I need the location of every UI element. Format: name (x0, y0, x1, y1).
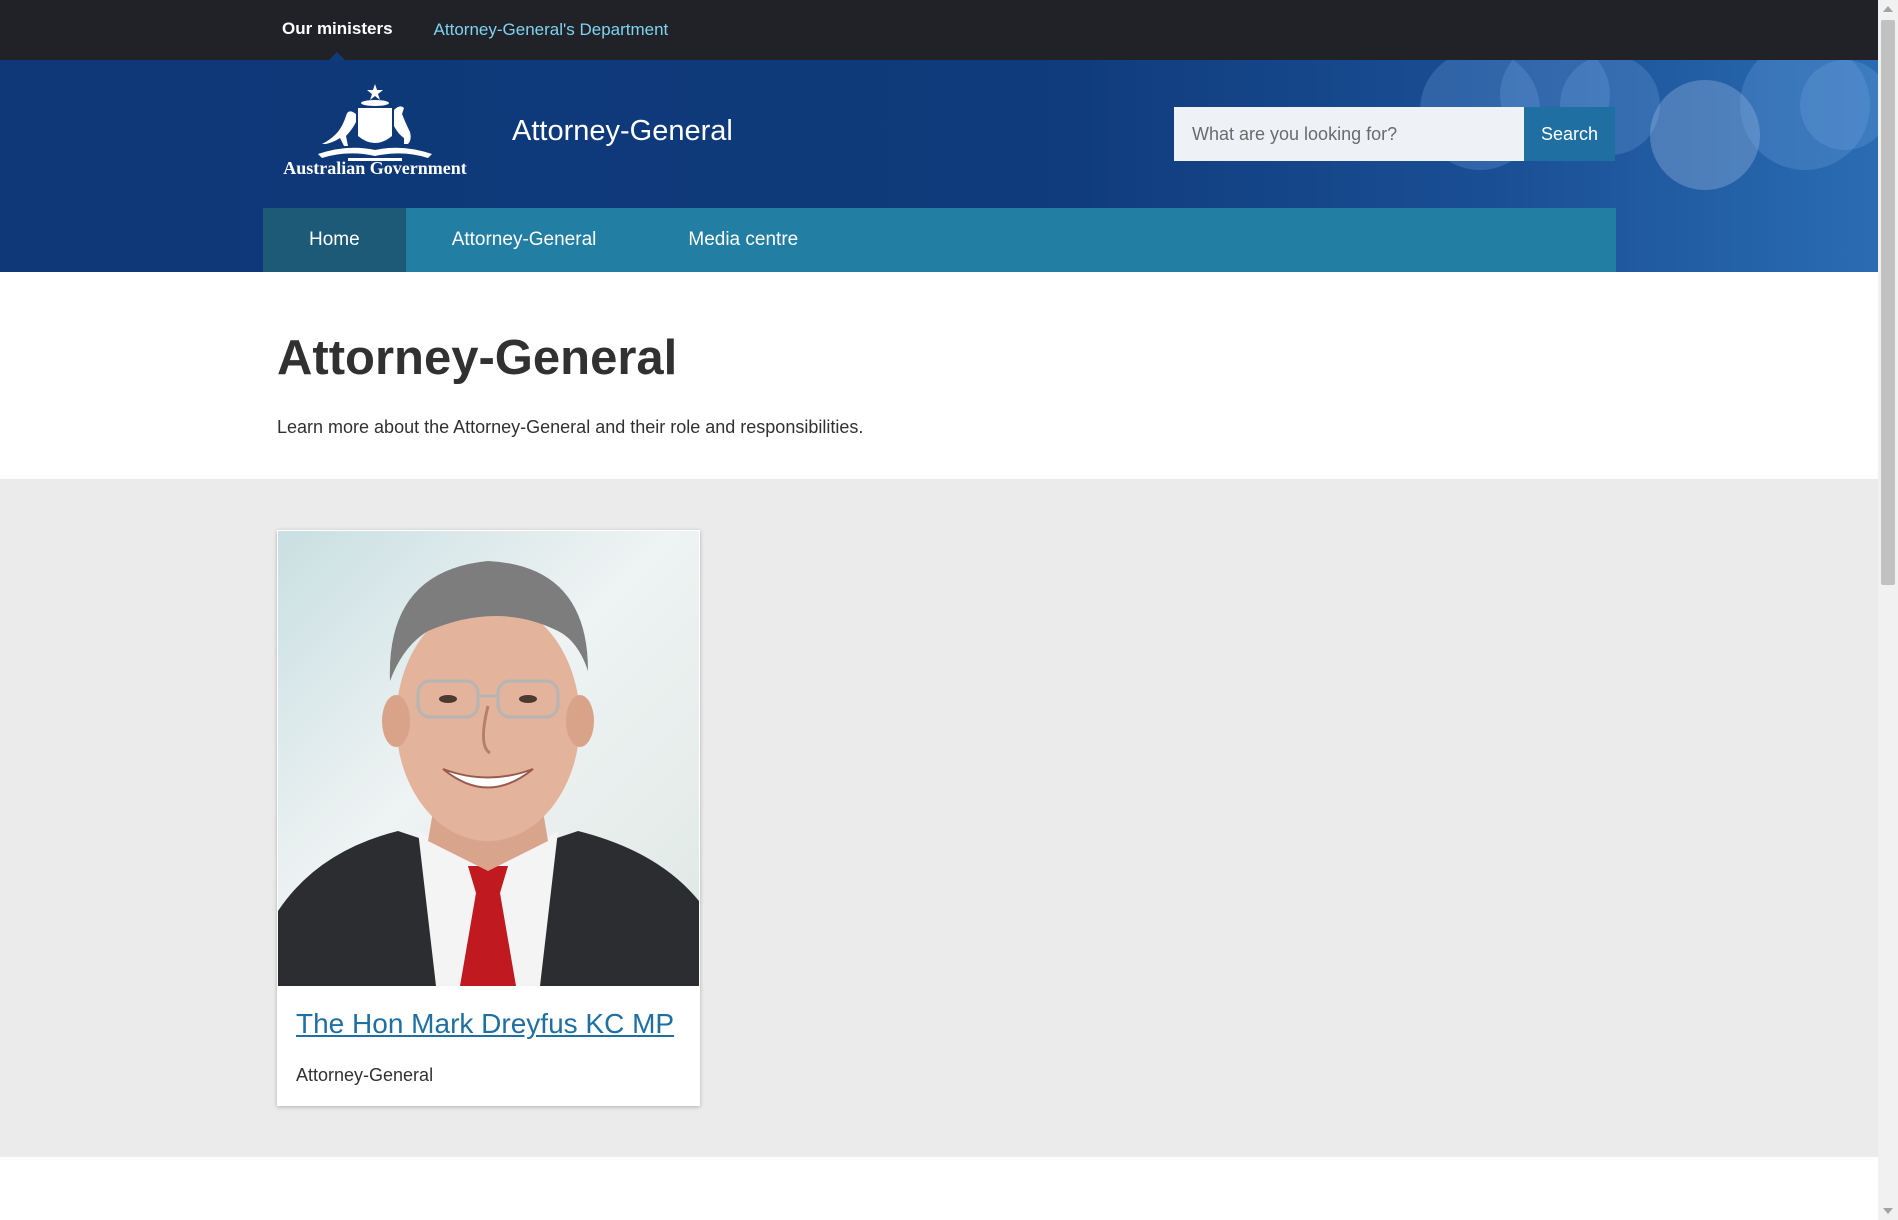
portrait-illustration (278, 561, 699, 986)
page-title: Attorney-General (277, 331, 678, 385)
search-button[interactable]: Search (1524, 107, 1615, 161)
site-title[interactable]: Attorney-General (512, 115, 733, 148)
minister-card[interactable]: The Hon Mark Dreyfus KC MP Attorney-Gene… (277, 530, 700, 1106)
government-logo-text: Australian Government (283, 158, 467, 178)
utility-bar: Our ministers Attorney-General's Departm… (0, 0, 1878, 60)
nav-item-home[interactable]: Home (263, 208, 406, 272)
nav-item-attorney-general[interactable]: Attorney-General (406, 208, 643, 272)
our-ministers-link[interactable]: Our ministers (263, 0, 412, 60)
minister-photo[interactable] (278, 531, 699, 986)
scroll-up-arrow-icon[interactable] (1883, 6, 1893, 12)
scroll-down-arrow-icon[interactable] (1883, 1208, 1893, 1214)
minister-role: Attorney-General (296, 1065, 434, 1085)
department-link[interactable]: Attorney-General's Department (412, 20, 669, 40)
search-input[interactable] (1174, 107, 1524, 161)
main-navigation: Home Attorney-General Media centre (263, 208, 1616, 272)
scrollbar-thumb[interactable] (1881, 20, 1895, 585)
page-description: Learn more about the Attorney-General an… (277, 417, 864, 437)
utility-bar-inner: Our ministers Attorney-General's Departm… (263, 0, 668, 60)
page-scrollbar[interactable] (1878, 0, 1898, 1220)
minister-name-link[interactable]: The Hon Mark Dreyfus KC MP (296, 1008, 674, 1040)
search-form: Search (1174, 107, 1615, 161)
nav-item-media-centre[interactable]: Media centre (642, 208, 844, 272)
site-header: Australian Government Attorney-General S… (0, 60, 1878, 272)
